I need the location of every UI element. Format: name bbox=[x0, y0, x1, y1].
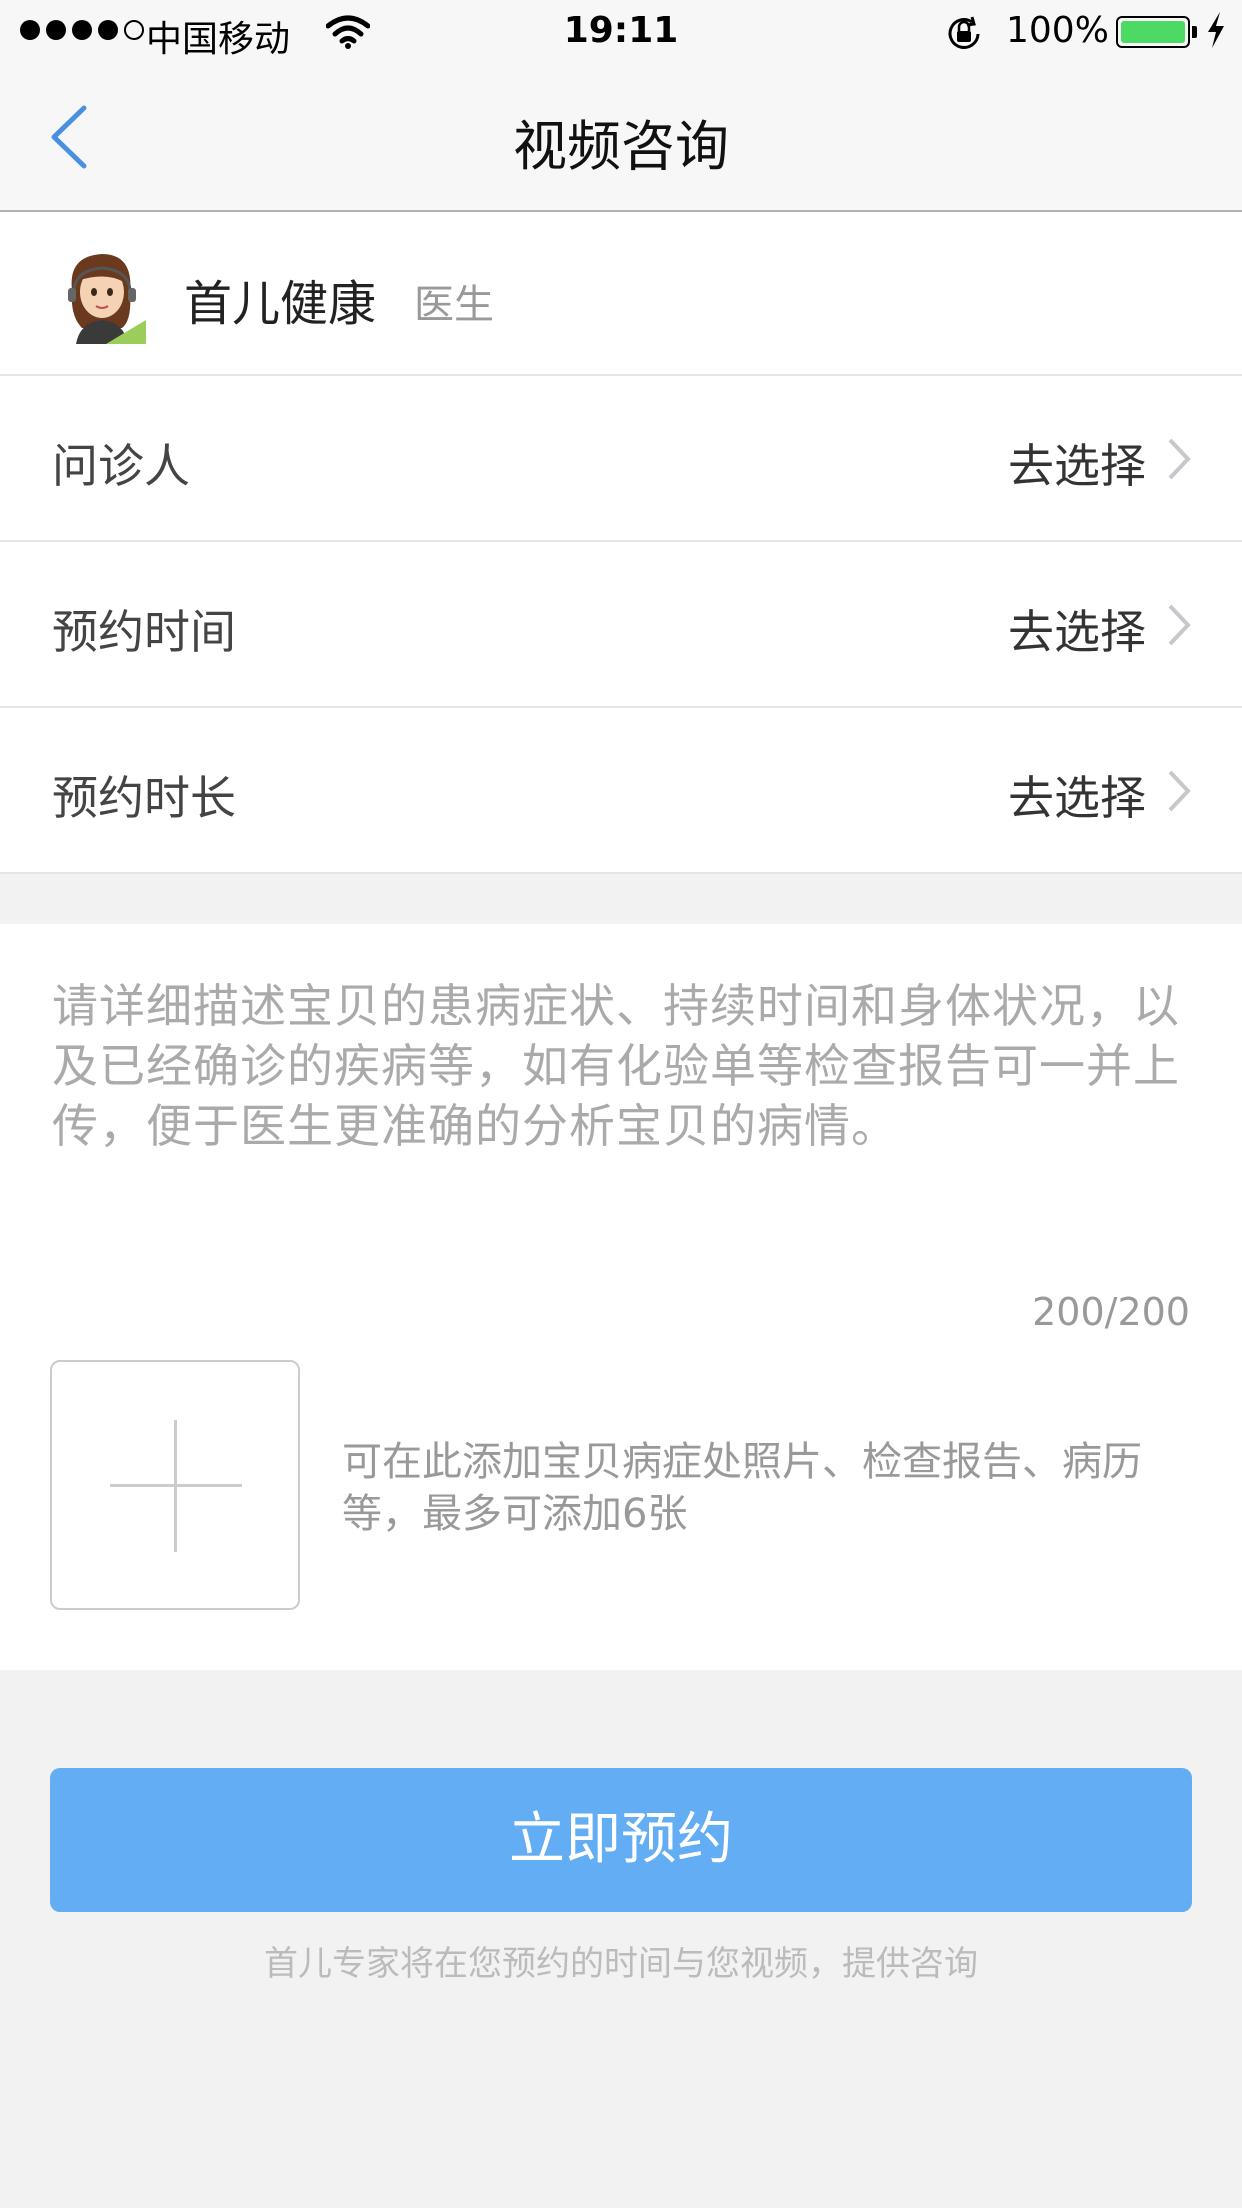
char-counter: 200/200 bbox=[1032, 1290, 1190, 1334]
doctor-info-row: 首儿健康 医生 bbox=[0, 212, 1242, 376]
option-value: 去选择 bbox=[1008, 439, 1146, 493]
rotation-lock-icon bbox=[948, 16, 980, 49]
page-title: 视频咨询 bbox=[513, 115, 729, 178]
book-now-button[interactable]: 立即预约 bbox=[50, 1768, 1192, 1912]
doctor-role: 医生 bbox=[414, 282, 494, 328]
option-row-time[interactable]: 预约时间 去选择 bbox=[0, 542, 1242, 708]
charging-bolt-icon bbox=[1208, 12, 1224, 48]
add-photo-hint: 可在此添加宝贝病症处照片、检查报告、病历等，最多可添加6张 bbox=[342, 1439, 1142, 1537]
add-photo-button[interactable] bbox=[50, 1360, 300, 1610]
battery-cap bbox=[1192, 26, 1197, 38]
video-consult-page: 中国移动 19:11 100% 视频咨询 首儿健康 医生 问诊人 去选择 预约时… bbox=[0, 0, 1242, 2208]
doctor-name: 首儿健康 bbox=[184, 276, 377, 332]
chevron-right-icon bbox=[1168, 770, 1191, 812]
battery-percent: 100% bbox=[1006, 10, 1109, 51]
doctor-avatar-icon bbox=[68, 254, 146, 344]
submit-note: 首儿专家将在您预约的时间与您视频，提供咨询 bbox=[264, 1944, 978, 1984]
nav-bar: 视频咨询 bbox=[0, 64, 1242, 212]
option-label: 预约时间 bbox=[52, 605, 236, 659]
chevron-right-icon bbox=[1168, 604, 1191, 646]
description-panel: 请详细描述宝贝的患病症状、持续时间和身体状况，以及已经确诊的疾病等，如有化验单等… bbox=[0, 924, 1242, 1670]
description-input[interactable]: 请详细描述宝贝的患病症状、持续时间和身体状况，以及已经确诊的疾病等，如有化验单等… bbox=[52, 976, 1192, 1156]
option-label: 问诊人 bbox=[52, 439, 190, 493]
battery-icon bbox=[1116, 16, 1190, 48]
option-value: 去选择 bbox=[1008, 605, 1146, 659]
option-row-patient[interactable]: 问诊人 去选择 bbox=[0, 376, 1242, 542]
chevron-right-icon bbox=[1168, 438, 1191, 480]
option-label: 预约时长 bbox=[52, 771, 236, 825]
option-value: 去选择 bbox=[1008, 771, 1146, 825]
status-bar: 中国移动 19:11 100% bbox=[0, 0, 1242, 64]
option-row-duration[interactable]: 预约时长 去选择 bbox=[0, 708, 1242, 874]
